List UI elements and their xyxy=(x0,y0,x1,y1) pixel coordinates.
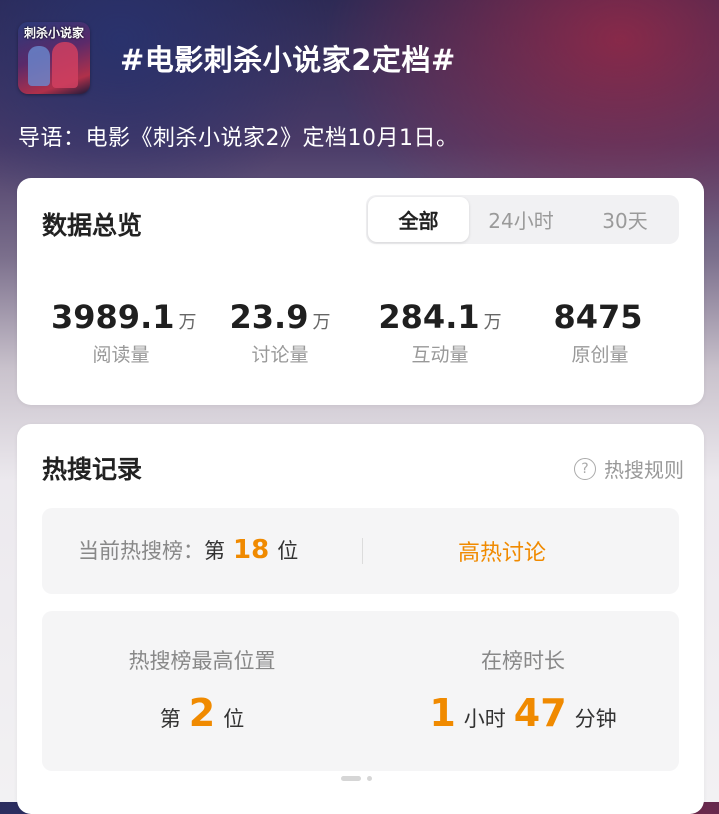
pager-dot-active xyxy=(341,776,361,781)
data-overview-card: 数据总览 全部 24小时 30天 3989.1 万 阅读量 23.9 万 讨论量 2… xyxy=(17,178,704,405)
pager-dot xyxy=(367,776,372,781)
tab-all[interactable]: 全部 xyxy=(368,197,469,242)
tab-30-days[interactable]: 30天 xyxy=(573,197,677,242)
best-rank-column: 热搜榜最高位置 第2位 xyxy=(102,645,302,735)
time-range-segmented-control: 全部 24小时 30天 xyxy=(366,195,679,244)
duration-value: 1 小时 47 分钟 xyxy=(418,691,628,735)
duration-minutes-unit: 分钟 xyxy=(574,707,617,731)
best-rank-suffix: 位 xyxy=(223,707,245,731)
current-rank-line: 当前热搜榜：第 18 位 xyxy=(78,535,298,565)
stat-originals: 8475 原创量 xyxy=(545,298,655,367)
stat-discussions-label: 讨论量 xyxy=(251,344,309,366)
stat-reads-value: 3989.1 xyxy=(51,298,175,336)
stat-originals-label: 原创量 xyxy=(571,344,629,366)
current-rank-label: 当前热搜榜： xyxy=(78,539,204,563)
stat-originals-value: 8475 xyxy=(553,298,643,336)
duration-label: 在榜时长 xyxy=(481,649,565,673)
duration-minutes: 47 xyxy=(513,691,567,735)
poster-figure-right xyxy=(52,42,78,88)
topic-header: 刺杀小说家 #电影刺杀小说家2定档# xyxy=(18,22,456,94)
duration-hours-unit: 小时 xyxy=(463,707,506,731)
current-rank-prefix: 第 xyxy=(204,539,225,563)
best-rank-prefix: 第 xyxy=(159,707,181,731)
best-rank-label: 热搜榜最高位置 xyxy=(128,649,276,673)
hot-search-stats-box: 热搜榜最高位置 第2位 在榜时长 1 小时 47 分钟 xyxy=(42,611,679,771)
stat-reads: 3989.1 万 阅读量 xyxy=(51,298,196,367)
stat-interactions-label: 互动量 xyxy=(411,344,469,366)
current-rank-number: 18 xyxy=(233,535,270,565)
hot-discussion-tag: 高热讨论 xyxy=(458,541,547,566)
duration-hours: 1 xyxy=(429,691,456,735)
stat-interactions: 284.1 万 互动量 xyxy=(377,298,503,367)
best-rank-number: 2 xyxy=(188,691,216,735)
current-rank-suffix: 位 xyxy=(277,539,299,563)
topic-intro: 导语：电影《刺杀小说家2》定档10月1日。 xyxy=(18,126,459,151)
question-circle-icon: ? xyxy=(574,457,596,480)
rank-divider xyxy=(362,538,363,564)
stat-reads-label: 阅读量 xyxy=(92,344,150,366)
pager-dots[interactable] xyxy=(341,776,372,781)
stat-interactions-value: 284.1 xyxy=(378,298,480,336)
stat-discussions-unit: 万 xyxy=(312,312,331,333)
stat-discussions: 23.9 万 讨论量 xyxy=(225,298,335,367)
poster-figure-left xyxy=(28,46,50,86)
tab-24-hours[interactable]: 24小时 xyxy=(469,197,573,242)
hot-search-rules-link[interactable]: ? 热搜规则 xyxy=(574,454,684,483)
movie-poster-thumbnail[interactable]: 刺杀小说家 xyxy=(18,22,90,94)
best-rank-value: 第2位 xyxy=(102,691,302,735)
hot-search-card: 热搜记录 ? 热搜规则 当前热搜榜：第 18 位 高热讨论 热搜榜最高位置 第2位 … xyxy=(17,424,704,814)
rules-label: 热搜规则 xyxy=(604,458,684,482)
stat-reads-unit: 万 xyxy=(178,312,197,333)
overview-title: 数据总览 xyxy=(42,211,143,240)
current-rank-box: 当前热搜榜：第 18 位 高热讨论 xyxy=(42,508,679,594)
hot-search-title: 热搜记录 xyxy=(42,455,143,484)
stat-discussions-value: 23.9 xyxy=(229,298,309,336)
poster-title-text: 刺杀小说家 xyxy=(23,26,84,40)
stat-interactions-unit: 万 xyxy=(483,312,502,333)
topic-title: #电影刺杀小说家2定档# xyxy=(120,43,456,77)
duration-column: 在榜时长 1 小时 47 分钟 xyxy=(418,645,628,735)
